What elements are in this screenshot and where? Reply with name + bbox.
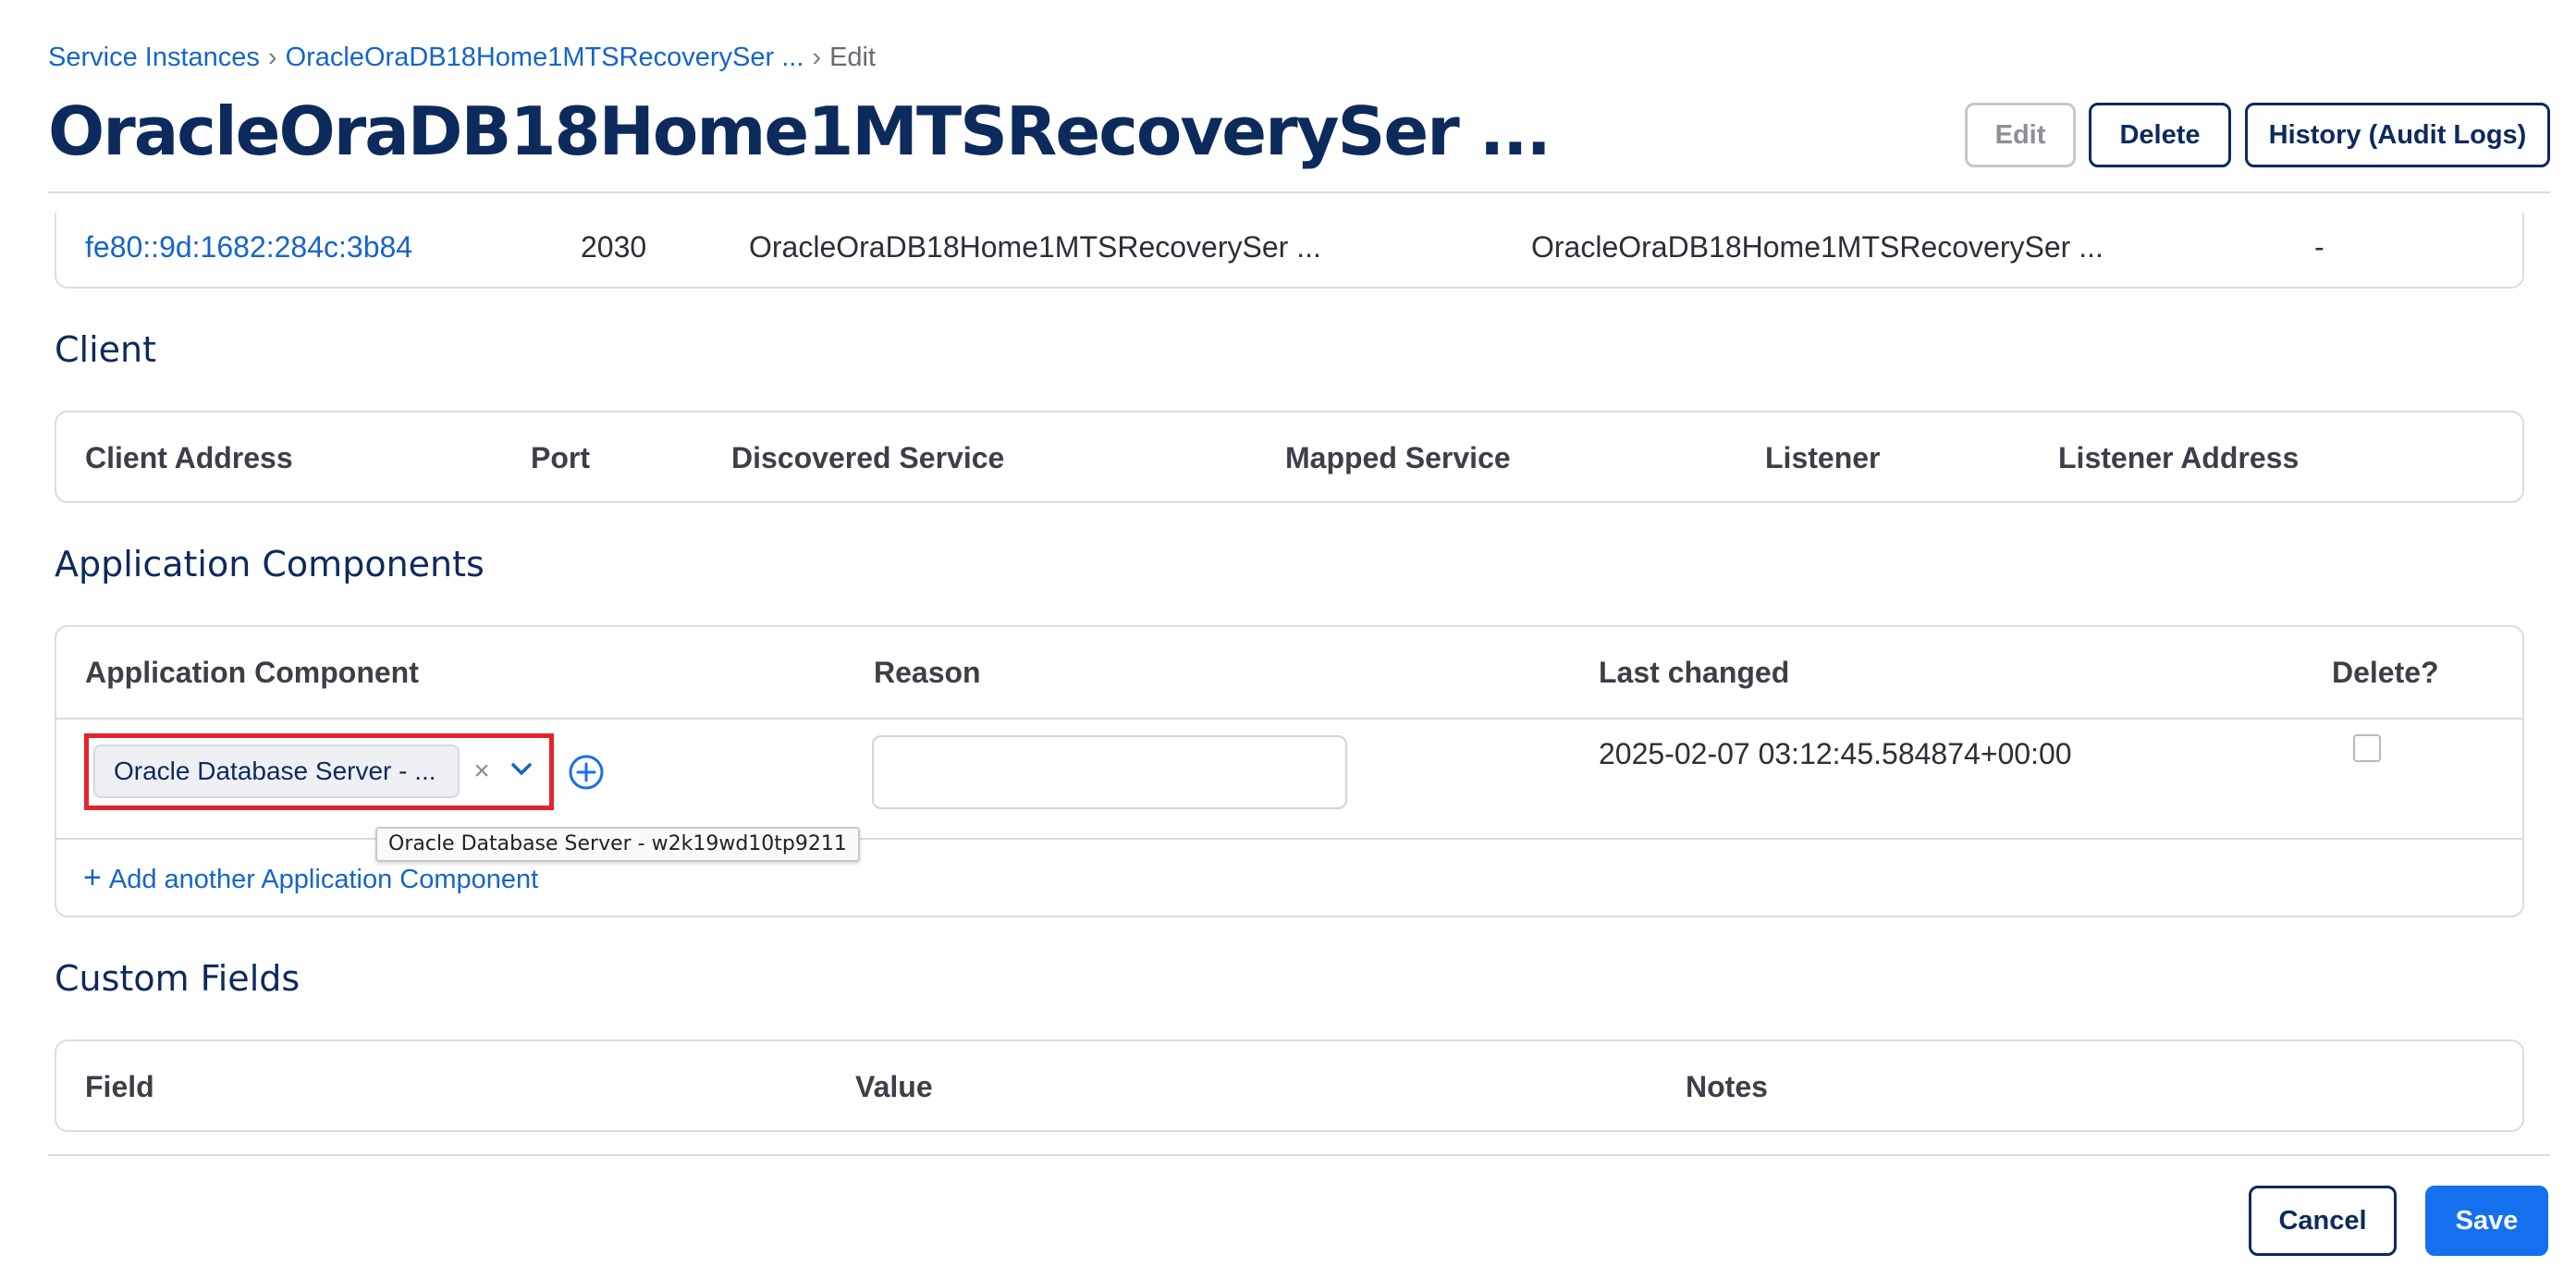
app-col-last-changed: Last changed — [1599, 656, 1790, 689]
breadcrumb-current: Edit — [829, 43, 877, 72]
component-tooltip: Oracle Database Server - w2k19wd10tp9211 — [375, 827, 860, 862]
client-col-discovered-service: Discovered Service — [731, 441, 1005, 474]
app-col-delete: Delete? — [2332, 656, 2439, 689]
page-title: OracleOraDB18Home1MTSRecoverySer ... — [48, 92, 1552, 170]
application-component-selected-value[interactable]: Oracle Database Server - ... — [93, 744, 460, 798]
save-button[interactable]: Save — [2425, 1186, 2548, 1256]
server-address-link[interactable]: fe80::9d:1682:284c:3b84 — [85, 228, 412, 265]
app-col-application-component: Application Component — [85, 656, 419, 689]
client-col-mapped-service: Mapped Service — [1285, 441, 1511, 474]
client-col-listener: Listener — [1765, 441, 1881, 474]
footer-divider — [48, 1154, 2550, 1156]
breadcrumb-separator: › — [812, 43, 822, 72]
custom-fields-section-title: Custom Fields — [55, 958, 301, 999]
add-application-component-link[interactable]: + Add another Application Component — [83, 860, 538, 897]
server-listener: - — [2314, 230, 2325, 264]
row-divider — [56, 718, 2522, 720]
breadcrumb-service-instance[interactable]: OracleOraDB18Home1MTSRecoverySer ... — [286, 43, 804, 72]
cancel-button[interactable]: Cancel — [2249, 1186, 2397, 1256]
breadcrumb-service-instances[interactable]: Service Instances — [48, 43, 260, 72]
server-mapped-service: OracleOraDB18Home1MTSRecoverySer ... — [1531, 230, 2104, 264]
chevron-down-icon[interactable] — [507, 755, 536, 784]
server-port: 2030 — [581, 230, 647, 264]
app-row-last-changed: 2025-02-07 03:12:45.584874+00:00 — [1599, 737, 2072, 770]
breadcrumb: Service Instances › OracleOraDB18Home1MTSR… — [48, 41, 876, 74]
custom-col-field: Field — [85, 1070, 154, 1103]
client-col-listener-address: Listener Address — [2058, 441, 2300, 474]
client-col-port: Port — [531, 441, 590, 474]
server-discovered-service: OracleOraDB18Home1MTSRecoverySer ... — [749, 230, 1321, 264]
edit-button[interactable]: Edit — [1965, 103, 2076, 167]
custom-col-value: Value — [855, 1070, 933, 1103]
breadcrumb-separator: › — [267, 43, 277, 72]
delete-checkbox[interactable] — [2353, 734, 2381, 762]
clear-icon[interactable]: × — [468, 755, 496, 788]
application-components-section-title: Application Components — [55, 544, 485, 584]
server-table: fe80::9d:1682:284c:3b84 2030 OracleOraDB… — [55, 213, 2524, 289]
history-audit-logs-button[interactable]: History (Audit Logs) — [2245, 103, 2550, 167]
add-application-component-label: Add another Application Component — [108, 865, 539, 894]
app-col-reason: Reason — [874, 656, 981, 689]
client-section-title: Client — [55, 329, 157, 370]
plus-icon: + — [83, 860, 102, 895]
add-circle-icon[interactable] — [568, 754, 605, 791]
custom-fields-table: Field Value Notes — [55, 1039, 2524, 1132]
custom-col-notes: Notes — [1686, 1070, 1768, 1103]
reason-input[interactable] — [872, 735, 1347, 809]
client-table: Client Address Port Discovered Service M… — [55, 411, 2524, 503]
delete-button[interactable]: Delete — [2089, 103, 2231, 167]
header-divider — [48, 191, 2550, 193]
client-col-client-address: Client Address — [85, 441, 293, 474]
